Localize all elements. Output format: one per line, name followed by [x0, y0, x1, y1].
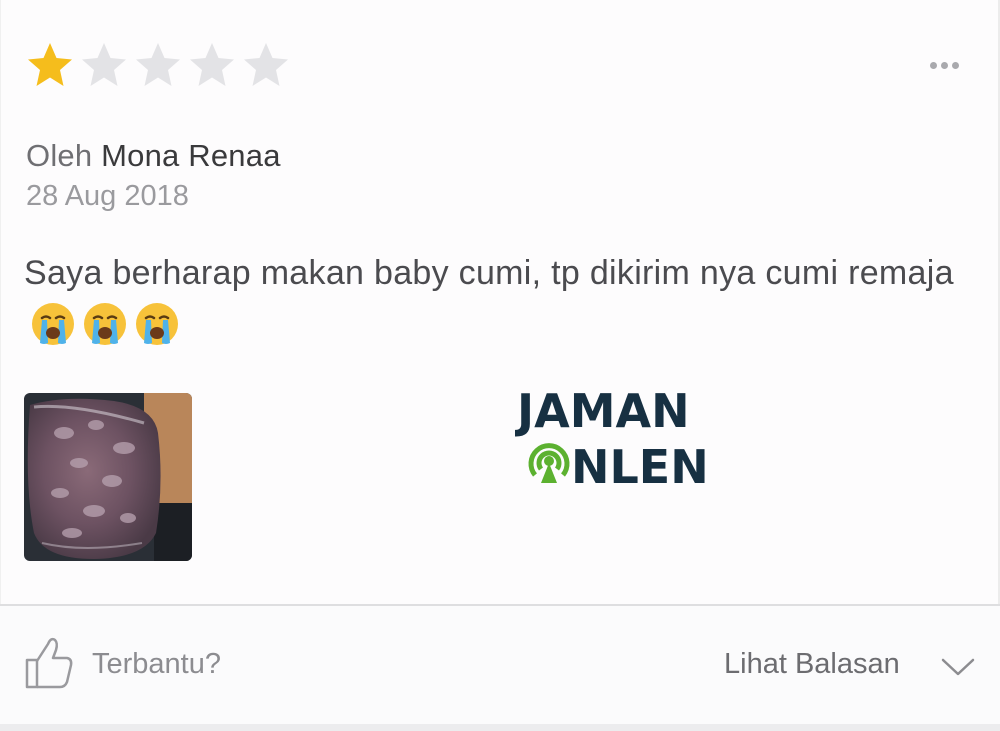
more-options-icon[interactable]: [930, 58, 970, 72]
crying-face-icon: [30, 301, 76, 347]
crying-face-icon: [134, 301, 180, 347]
view-replies-button[interactable]: Lihat Balasan: [724, 648, 900, 681]
author-prefix: Oleh: [26, 138, 93, 173]
review-photo[interactable]: [24, 393, 192, 561]
helpful-button[interactable]: Terbantu?: [92, 648, 221, 681]
watermark-line1: JAMAN: [515, 384, 690, 438]
review-emojis: [24, 303, 180, 347]
review-text: Saya berharap makan baby cumi, tp dikiri…: [24, 254, 954, 292]
star-empty-icon: [186, 40, 238, 90]
squid-package-photo: [24, 393, 192, 561]
star-empty-icon: [240, 40, 292, 90]
review-text-block: Saya berharap makan baby cumi, tp dikiri…: [24, 246, 964, 356]
review-card: Oleh Mona Renaa 28 Aug 2018 Saya berhara…: [0, 0, 1000, 731]
crying-face-icon: [82, 301, 128, 347]
review-date: 28 Aug 2018: [26, 180, 189, 212]
author-name: Mona Renaa: [101, 138, 281, 173]
chevron-down-icon[interactable]: [940, 656, 976, 678]
watermark-logo: JAMAN NLEN: [515, 383, 725, 493]
star-filled-icon: [24, 40, 76, 90]
thumbs-up-icon[interactable]: [24, 634, 74, 690]
watermark-line2: NLEN: [571, 440, 709, 493]
star-empty-icon: [132, 40, 184, 90]
antenna-icon: [528, 443, 570, 483]
star-rating: [24, 40, 292, 90]
card-bottom-edge: [0, 724, 1000, 731]
star-empty-icon: [78, 40, 130, 90]
review-author: Oleh Mona Renaa: [26, 138, 281, 174]
